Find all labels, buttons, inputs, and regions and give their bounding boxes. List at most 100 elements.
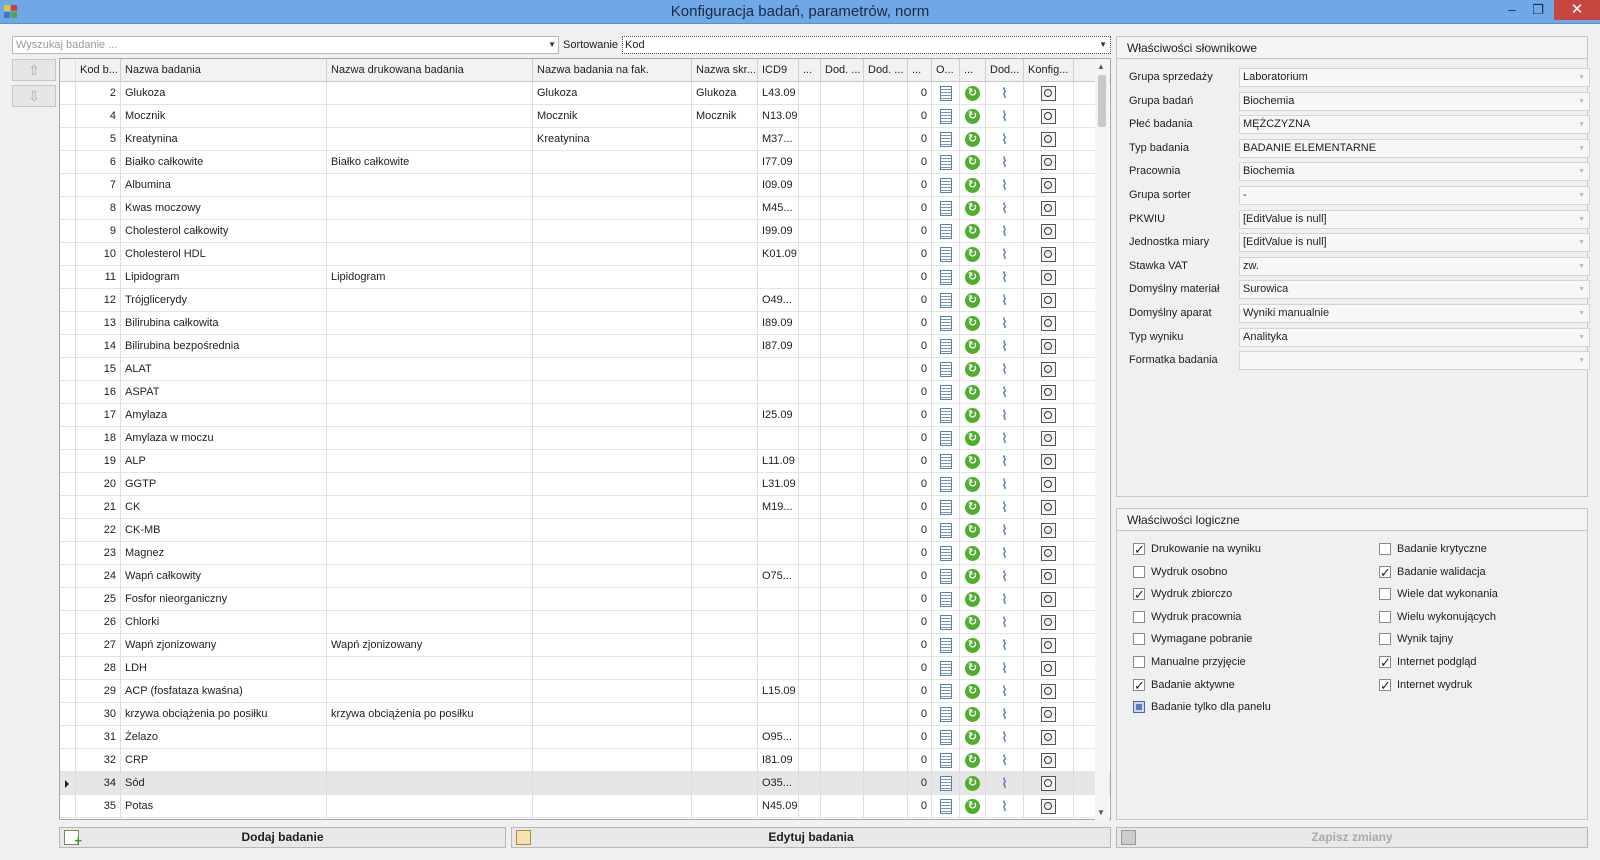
refresh-icon[interactable]: ↻ xyxy=(965,362,980,377)
column-header[interactable]: ICD9 xyxy=(758,59,799,82)
document-icon[interactable] xyxy=(939,523,952,538)
paperclip-icon[interactable]: ⌇ xyxy=(1001,795,1008,818)
document-icon[interactable] xyxy=(939,799,952,814)
config-search-cell[interactable] xyxy=(1024,243,1074,266)
refresh-cell[interactable]: ↻ xyxy=(960,151,986,174)
config-search-cell[interactable] xyxy=(1024,634,1074,657)
property-select[interactable]: Biochemia ▼ xyxy=(1239,162,1590,182)
table-row[interactable]: 7 Albumina I09.09 0 ↻ ⌇ xyxy=(60,174,1110,197)
config-search-icon[interactable] xyxy=(1041,661,1056,676)
document-icon[interactable] xyxy=(939,385,952,400)
paperclip-icon[interactable]: ⌇ xyxy=(1001,151,1008,174)
refresh-cell[interactable]: ↻ xyxy=(960,243,986,266)
refresh-cell[interactable]: ↻ xyxy=(960,220,986,243)
paperclip-icon[interactable]: ⌇ xyxy=(1001,381,1008,404)
config-search-icon[interactable] xyxy=(1041,86,1056,101)
paperclip-icon[interactable]: ⌇ xyxy=(1001,197,1008,220)
document-icon[interactable] xyxy=(939,270,952,285)
dropdown-arrow-icon[interactable]: ▼ xyxy=(1578,258,1585,275)
paperclip-cell[interactable]: ⌇ xyxy=(986,450,1024,473)
refresh-cell[interactable]: ↻ xyxy=(960,266,986,289)
config-search-icon[interactable] xyxy=(1041,293,1056,308)
table-row[interactable]: 15 ALAT 0 ↻ ⌇ xyxy=(60,358,1110,381)
refresh-cell[interactable]: ↻ xyxy=(960,519,986,542)
table-row[interactable]: 34 Sód O35... 0 ↻ ⌇ xyxy=(60,772,1110,795)
move-up-button[interactable]: ⇧ xyxy=(12,59,56,81)
property-select[interactable]: zw. ▼ xyxy=(1239,256,1590,276)
config-search-cell[interactable] xyxy=(1024,358,1074,381)
paperclip-cell[interactable]: ⌇ xyxy=(986,680,1024,703)
dropdown-arrow-icon[interactable]: ▼ xyxy=(1578,234,1585,251)
document-cell[interactable] xyxy=(932,588,960,611)
config-search-cell[interactable] xyxy=(1024,473,1074,496)
config-search-icon[interactable] xyxy=(1041,730,1056,745)
config-search-icon[interactable] xyxy=(1041,454,1056,469)
refresh-icon[interactable]: ↻ xyxy=(965,316,980,331)
document-cell[interactable] xyxy=(932,404,960,427)
checkbox-left[interactable]: Badanie tylko dla panelu xyxy=(1133,698,1271,716)
refresh-cell[interactable]: ↻ xyxy=(960,726,986,749)
document-icon[interactable] xyxy=(939,408,952,423)
config-search-icon[interactable] xyxy=(1041,753,1056,768)
dropdown-arrow-icon[interactable]: ▼ xyxy=(1578,352,1585,369)
paperclip-icon[interactable]: ⌇ xyxy=(1001,266,1008,289)
checkbox-box[interactable] xyxy=(1133,565,1145,578)
document-icon[interactable] xyxy=(939,546,952,561)
scroll-down-icon[interactable]: ▼ xyxy=(1097,808,1105,817)
paperclip-cell[interactable]: ⌇ xyxy=(986,243,1024,266)
config-search-cell[interactable] xyxy=(1024,174,1074,197)
minimize-button[interactable]: – xyxy=(1500,0,1524,20)
config-search-icon[interactable] xyxy=(1041,408,1056,423)
column-header[interactable]: Dod. ... xyxy=(864,59,908,82)
refresh-icon[interactable]: ↻ xyxy=(965,546,980,561)
checkbox-box[interactable] xyxy=(1379,654,1391,672)
paperclip-icon[interactable]: ⌇ xyxy=(1001,611,1008,634)
config-search-icon[interactable] xyxy=(1041,684,1056,699)
document-cell[interactable] xyxy=(932,220,960,243)
config-search-cell[interactable] xyxy=(1024,519,1074,542)
refresh-cell[interactable]: ↻ xyxy=(960,542,986,565)
refresh-icon[interactable]: ↻ xyxy=(965,753,980,768)
paperclip-cell[interactable]: ⌇ xyxy=(986,496,1024,519)
checkbox-box[interactable] xyxy=(1133,677,1145,695)
config-search-cell[interactable] xyxy=(1024,335,1074,358)
refresh-icon[interactable]: ↻ xyxy=(965,408,980,423)
dropdown-arrow-icon[interactable]: ▼ xyxy=(1578,116,1585,133)
checkbox-box[interactable] xyxy=(1133,586,1145,604)
document-cell[interactable] xyxy=(932,82,960,105)
table-row[interactable]: 27 Wapń zjonizowany Wapń zjonizowany 0 ↻ ⌇ xyxy=(60,634,1110,657)
property-select[interactable]: MĘŻCZYZNA ▼ xyxy=(1239,115,1590,135)
property-select[interactable]: BADANIE ELEMENTARNE ▼ xyxy=(1239,138,1590,158)
document-icon[interactable] xyxy=(939,339,952,354)
column-header[interactable]: Nazwa skr... xyxy=(692,59,758,82)
config-search-icon[interactable] xyxy=(1041,523,1056,538)
document-icon[interactable] xyxy=(939,730,952,745)
paperclip-icon[interactable]: ⌇ xyxy=(1001,82,1008,105)
config-search-icon[interactable] xyxy=(1041,224,1056,239)
paperclip-icon[interactable]: ⌇ xyxy=(1001,174,1008,197)
paperclip-cell[interactable]: ⌇ xyxy=(986,266,1024,289)
document-icon[interactable] xyxy=(939,178,952,193)
table-row[interactable]: 32 CRP I81.09 0 ↻ ⌇ xyxy=(60,749,1110,772)
refresh-icon[interactable]: ↻ xyxy=(965,638,980,653)
edit-tests-button[interactable]: Edytuj badania xyxy=(511,827,1111,848)
refresh-cell[interactable]: ↻ xyxy=(960,749,986,772)
checkbox-right[interactable]: Badanie krytyczne xyxy=(1379,540,1487,558)
refresh-icon[interactable]: ↻ xyxy=(965,523,980,538)
dropdown-arrow-icon[interactable]: ▼ xyxy=(1578,69,1585,86)
dropdown-arrow-icon[interactable]: ▼ xyxy=(1578,163,1585,180)
config-search-cell[interactable] xyxy=(1024,680,1074,703)
paperclip-icon[interactable]: ⌇ xyxy=(1001,496,1008,519)
column-header[interactable]: Konfig... xyxy=(1024,59,1074,82)
table-row[interactable]: 6 Białko całkowite Białko całkowite I77.09 0… xyxy=(60,151,1110,174)
checkbox-box[interactable] xyxy=(1379,610,1391,623)
column-header[interactable]: Dod... xyxy=(986,59,1024,82)
refresh-cell[interactable]: ↻ xyxy=(960,427,986,450)
config-search-cell[interactable] xyxy=(1024,703,1074,726)
refresh-cell[interactable]: ↻ xyxy=(960,312,986,335)
paperclip-cell[interactable]: ⌇ xyxy=(986,404,1024,427)
document-icon[interactable] xyxy=(939,569,952,584)
config-search-cell[interactable] xyxy=(1024,151,1074,174)
checkbox-right[interactable]: Wielu wykonujących xyxy=(1379,608,1496,626)
table-row[interactable]: 24 Wapń całkowity O75... 0 ↻ ⌇ xyxy=(60,565,1110,588)
